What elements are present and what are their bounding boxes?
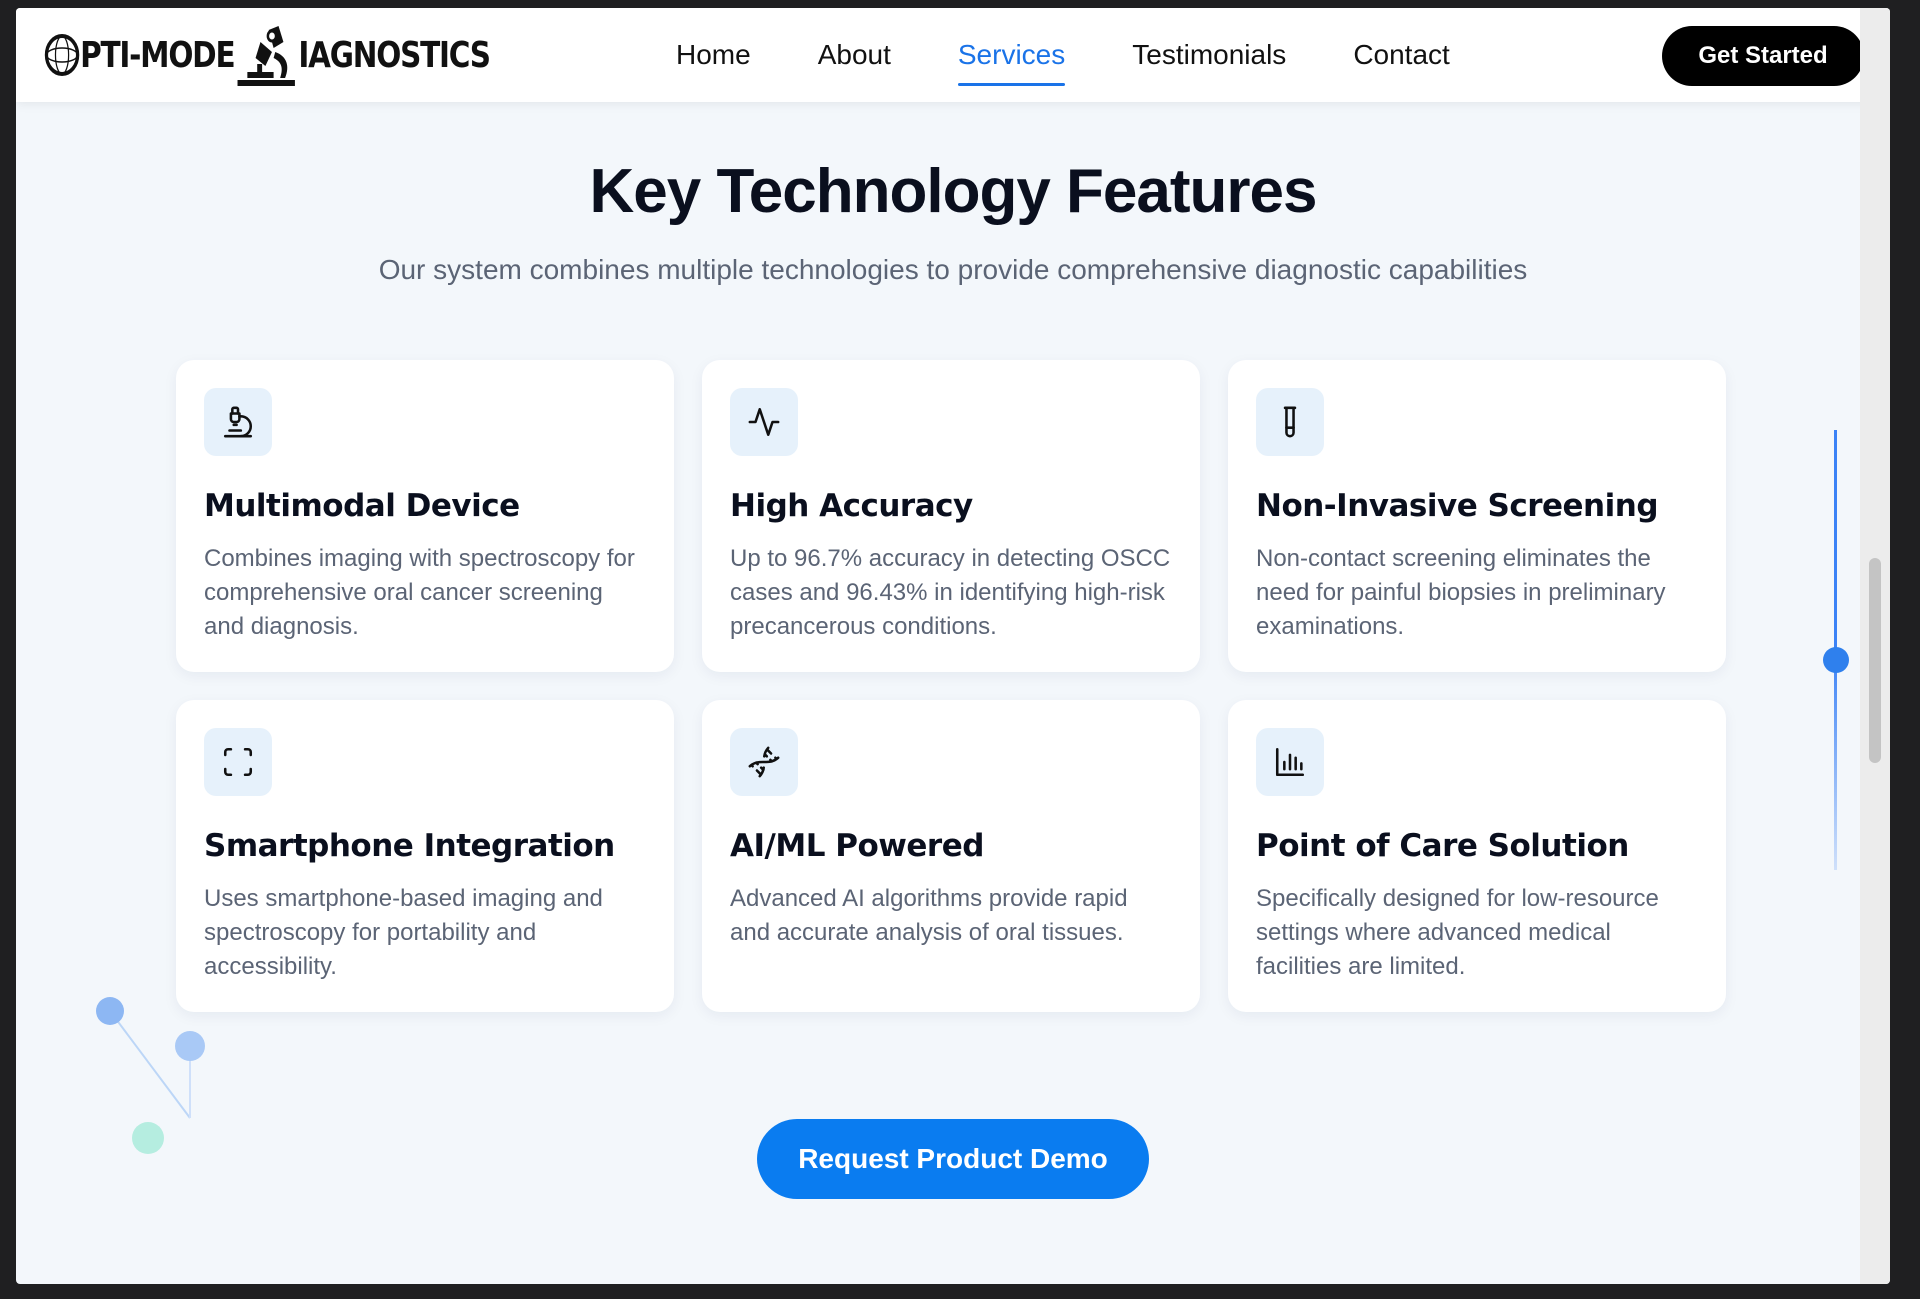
nav-item-contact[interactable]: Contact — [1353, 8, 1450, 102]
feature-description: Advanced AI algorithms provide rapid and… — [730, 885, 1128, 946]
logo-microscope-icon — [237, 26, 296, 86]
logo-o-lens-icon — [44, 34, 80, 76]
section-subtitle: Our system combines multiple technologie… — [378, 254, 1528, 285]
section-title: Key Technology Features — [589, 157, 1318, 226]
feature-card-high-accuracy: High Accuracy Up to 96.7% accuracy in de… — [702, 360, 1200, 672]
feature-description: Up to 96.7% accuracy in detecting OSCC c… — [730, 545, 1171, 640]
feature-card-point-of-care: Point of Care Solution Specifically desi… — [1228, 700, 1726, 1012]
nav-item-about[interactable]: About — [818, 8, 891, 102]
dna-icon — [730, 728, 798, 796]
feature-title: High Accuracy — [730, 488, 973, 524]
main-nav: Home About Services Testimonials Contact — [676, 8, 1517, 102]
browser-viewport: PTI-MODE IAGNOSTICS Home About Services … — [16, 8, 1890, 1284]
feature-description: Combines imaging with spectroscopy for c… — [204, 545, 635, 640]
molecule-decoration — [96, 997, 205, 1154]
page-scrollbar[interactable] — [1860, 8, 1890, 1284]
feature-title: Point of Care Solution — [1256, 828, 1629, 864]
test-tube-icon — [1256, 388, 1324, 456]
feature-title: AI/ML Powered — [730, 828, 984, 864]
nav-item-services[interactable]: Services — [957, 8, 1066, 102]
scrollbar-thumb[interactable] — [1869, 558, 1881, 763]
microscope-icon — [204, 388, 272, 456]
site-header: PTI-MODE IAGNOSTICS Home About Services … — [16, 8, 1890, 102]
feature-description: Non-contact screening eliminates the nee… — [1256, 545, 1666, 640]
bar-chart-icon — [1256, 728, 1324, 796]
logo-text-opti-mode: PTI-MODE — [80, 34, 236, 76]
feature-card-ai-ml-powered: AI/ML Powered Advanced AI algorithms pro… — [702, 700, 1200, 1012]
feature-card-non-invasive-screening: Non-Invasive Screening Non-contact scree… — [1228, 360, 1726, 672]
get-started-button[interactable]: Get Started — [1662, 26, 1864, 86]
scan-icon — [204, 728, 272, 796]
nav-item-testimonials[interactable]: Testimonials — [1132, 8, 1286, 102]
nav-item-home[interactable]: Home — [676, 8, 751, 102]
site-logo[interactable]: PTI-MODE IAGNOSTICS — [44, 22, 491, 88]
feature-title: Multimodal Device — [204, 488, 520, 524]
feature-description: Specifically designed for low-resource s… — [1256, 885, 1659, 980]
features-grid: Multimodal Device Combines imaging with … — [176, 360, 1730, 1012]
logo-text-diagnostics: IAGNOSTICS — [298, 34, 491, 76]
request-demo-button[interactable]: Request Product Demo — [757, 1119, 1149, 1199]
timeline-dot[interactable] — [1823, 647, 1849, 673]
feature-card-multimodal-device: Multimodal Device Combines imaging with … — [176, 360, 674, 672]
feature-description: Uses smartphone-based imaging and spectr… — [204, 885, 603, 980]
feature-title: Smartphone Integration — [204, 828, 615, 864]
feature-card-smartphone-integration: Smartphone Integration Uses smartphone-b… — [176, 700, 674, 1012]
activity-icon — [730, 388, 798, 456]
feature-title: Non-Invasive Screening — [1256, 488, 1659, 524]
